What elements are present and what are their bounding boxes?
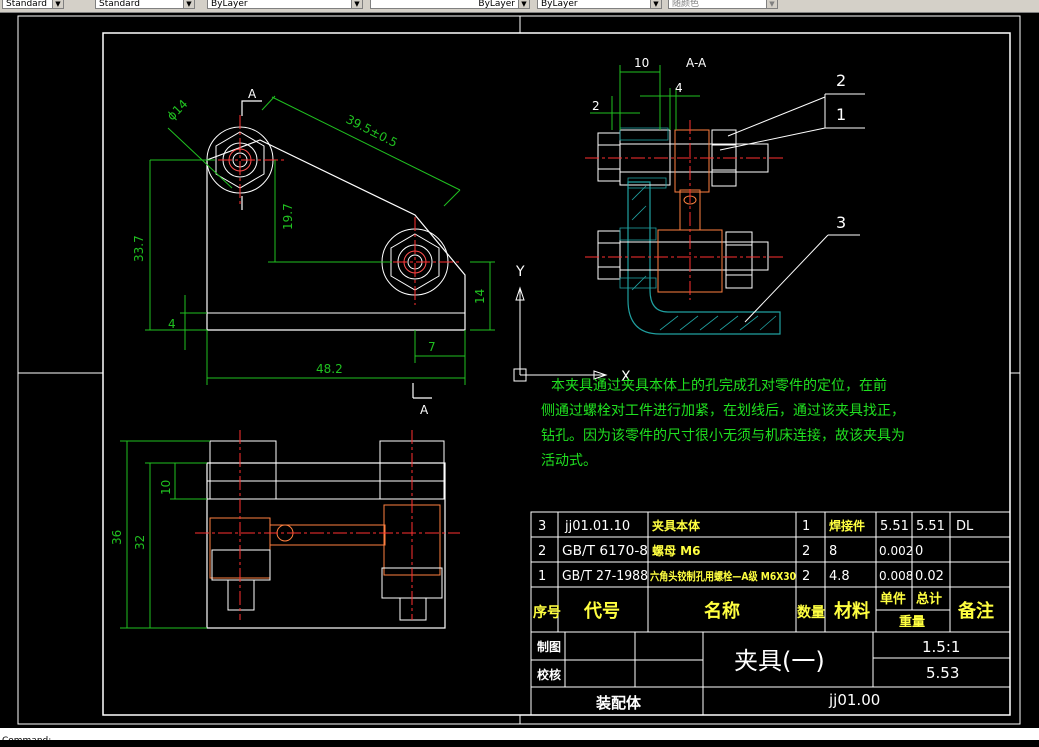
bom-header-cell: 重量	[899, 614, 925, 630]
section-view	[585, 120, 785, 335]
note-line-3: 钻孔。因为该零件的尺寸很小无须与机床连接，故该夹具为	[541, 427, 905, 444]
note-line-2: 侧通过螺栓对工件进行加紧，在划线后，通过该夹具找正，	[541, 403, 905, 419]
balloon-1: 1	[836, 105, 846, 124]
title-drawn-label: 制图	[537, 639, 561, 654]
combo-value: Standard	[6, 0, 47, 9]
title-checked-label: 校核	[537, 667, 561, 682]
bom-row-3: 3 jj01.01.10 夹具本体 1 焊接件 5.51 5.51 DL	[538, 518, 974, 534]
bom-cell: 1	[802, 519, 810, 534]
bom-header-cell: 单件	[880, 591, 906, 607]
dim-4-left: 4	[168, 317, 176, 331]
bom-header-cell: 总计	[916, 591, 942, 607]
bom-cell: 4.8	[829, 569, 850, 584]
bom-row-1: 1 GB/T 27-1988 六角头铰制孔用螺栓—A级 M6X30 2 4.8 …	[538, 569, 944, 584]
combo-value: 随颜色	[672, 0, 700, 9]
bom-header-cell: 名称	[704, 600, 740, 622]
bom-cell: 0.02	[915, 569, 944, 584]
technical-notes: 本夹具通过夹具本体上的孔完成孔对零件的定位，在前 侧通过螺栓对工件进行加紧，在划…	[541, 377, 905, 469]
plan-view	[195, 430, 460, 629]
text-style-combo[interactable]: Standard ▼	[2, 0, 64, 9]
dim-7: 7	[428, 340, 436, 354]
bom-cell: 2	[538, 544, 546, 559]
bom-cell: jj01.01.10	[564, 519, 630, 534]
bom-cell: 夹具本体	[652, 518, 701, 533]
bom-cell: 1	[538, 569, 546, 584]
bom-cell: 8	[829, 544, 837, 559]
bom-cell: 2	[802, 569, 810, 584]
chevron-down-icon[interactable]: ▼	[650, 0, 661, 8]
bom-header-cell: 备注	[957, 600, 994, 622]
combo-value: ByLayer	[211, 0, 248, 9]
bom-cell: 5.51	[880, 519, 909, 534]
title-drawing-number: jj01.00	[828, 691, 880, 709]
section-mark-a-top: A	[248, 87, 257, 101]
title-weight: 5.53	[926, 664, 959, 682]
bom-cell: GB/T 27-1988	[562, 569, 648, 584]
dim-36: 36	[110, 530, 124, 545]
front-view	[195, 100, 466, 399]
bom-header-cell: 数量	[797, 604, 825, 621]
ucs-icon	[513, 286, 608, 382]
drawing-title: 夹具(一)	[734, 647, 825, 675]
bom-header-cell: 序号	[533, 604, 561, 621]
bom-cell: 螺母 M6	[652, 543, 700, 558]
combo-value: ByLayer	[541, 0, 578, 9]
bom-cell: 0.002	[879, 544, 913, 558]
title-assembly: 装配体	[595, 694, 642, 712]
dim-2-top: 2	[592, 99, 600, 113]
plotstyle-combo[interactable]: 随颜色 ▼	[668, 0, 778, 9]
chevron-down-icon[interactable]: ▼	[351, 0, 362, 8]
color-combo[interactable]: ByLayer ▼	[207, 0, 363, 9]
ucs-y-label: Y	[515, 264, 525, 280]
note-line-4: 活动式。	[541, 453, 597, 469]
section-mark-a-bottom: A	[420, 403, 429, 417]
note-line-1: 本夹具通过夹具本体上的孔完成孔对零件的定位，在前	[551, 377, 887, 394]
chevron-down-icon[interactable]: ▼	[52, 0, 63, 8]
bom-cell: 2	[802, 544, 810, 559]
section-label: A-A	[686, 56, 707, 70]
dim-39-5: 39.5±0.5	[344, 112, 400, 150]
bom-cell: 0.008	[879, 569, 913, 583]
bom-cell: 六角头铰制孔用螺栓—A级 M6X30	[650, 569, 796, 583]
chevron-down-icon[interactable]: ▼	[518, 0, 529, 8]
bom-header-cell: 材料	[834, 600, 870, 622]
chevron-down-icon[interactable]: ▼	[766, 0, 777, 8]
dim-19-7: 19.7	[281, 203, 295, 230]
dim-33-7: 33.7	[132, 235, 146, 262]
dim-phi14: ϕ14	[164, 97, 190, 123]
bom-cell: 0	[915, 544, 923, 559]
dim-10-plan: 10	[159, 480, 173, 495]
bom-header-cell: 代号	[583, 601, 620, 622]
dim-style-combo[interactable]: Standard ▼	[95, 0, 195, 9]
bom-cell: 3	[538, 519, 546, 534]
bom-cell: 焊接件	[829, 518, 865, 533]
command-prompt: Command:	[2, 736, 52, 746]
balloon-3: 3	[836, 213, 846, 232]
section-view-dimensions	[590, 65, 700, 130]
bom-cell: GB/T 6170-8	[562, 544, 648, 559]
dim-4-top: 4	[675, 81, 683, 95]
linetype-combo[interactable]: ByLayer ▼	[370, 0, 530, 9]
dim-48-2: 48.2	[316, 362, 343, 376]
bom-cell: 5.51	[916, 519, 945, 534]
bom-cell: DL	[956, 519, 974, 534]
chevron-down-icon[interactable]: ▼	[183, 0, 194, 8]
title-scale: 1.5:1	[922, 638, 960, 656]
dim-10-top: 10	[634, 56, 649, 70]
balloon-2: 2	[836, 71, 846, 90]
dim-32: 32	[133, 535, 147, 550]
plan-view-dimensions	[120, 440, 210, 629]
command-line[interactable]: Command:	[0, 728, 1039, 746]
front-view-dimensions	[145, 95, 495, 385]
combo-value: ByLayer	[478, 0, 515, 9]
combo-value: Standard	[99, 0, 140, 9]
dim-14: 14	[473, 289, 487, 304]
bom-row-2: 2 GB/T 6170-8 螺母 M6 2 8 0.002 0	[538, 543, 923, 559]
lineweight-combo[interactable]: ByLayer ▼	[537, 0, 662, 9]
drawing-canvas[interactable]: ϕ14 39.5±0.5 19.7 33.7 14 4 7 48.2 A A 1…	[0, 12, 1039, 728]
